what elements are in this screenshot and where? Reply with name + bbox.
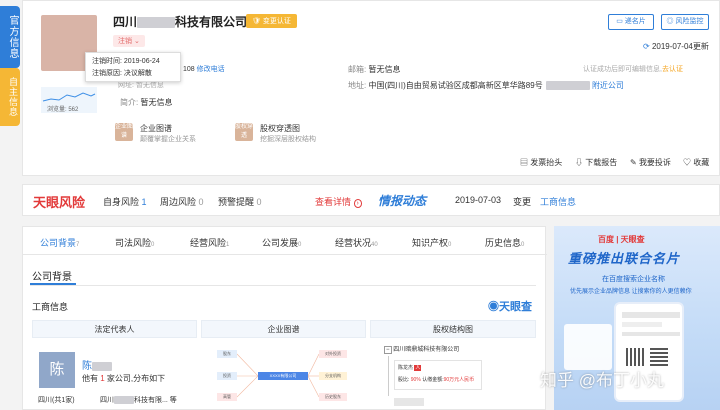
ad-line1: 在百度搜索企业名称 (602, 276, 665, 283)
company-card: 浏览量: 562 四川 科技有限公司 🛡 变更认证 注销 ⌄ 注销时间: 2019… (22, 0, 720, 176)
tab-history-info[interactable]: 历史信息0 (485, 236, 524, 249)
section-title: 公司背景 (32, 272, 72, 283)
views-sparkline (42, 92, 96, 102)
equity-holder-name: 陈龙杰 (398, 365, 414, 371)
feature-graph-title: 企业图谱 (140, 124, 172, 133)
action-invoice[interactable]: ▤ 发票抬头 (520, 157, 562, 168)
risk-monitor-button[interactable]: ◎ 风险监控 (661, 14, 709, 30)
risk-bar: 天眼风险 自身风险 1 周边风险 0 预警提醒 0 查看详情 › 情报动态 20… (22, 184, 720, 216)
views-chart: 浏览量: 562 (41, 87, 97, 113)
equity-diagram[interactable]: − 四川暗鼎城科技有限公司 陈龙杰 人 股比: 90% 认缴金额:90万元人民币 (380, 344, 530, 410)
update-date: ⟳ 2019-07-04更新 (643, 42, 709, 51)
equity-holder-2-blurred (394, 398, 424, 406)
legal-name[interactable]: 陈 (82, 357, 112, 372)
send-card-button[interactable]: ▭ 递名片 (608, 14, 654, 30)
ad-side-card (564, 324, 612, 370)
refresh-icon[interactable]: ⟳ (643, 42, 650, 51)
equity-company: 四川暗鼎城科技有限公司 (393, 347, 460, 353)
feature-equity-desc: 挖掘深层股权结构 (260, 136, 316, 143)
side-tab-official-info[interactable]: 官方信息 (0, 6, 20, 68)
verify-badge[interactable]: 🛡 变更认证 (246, 14, 297, 28)
qr-code-icon-2 (650, 348, 668, 366)
edit-phone-link[interactable]: 修改电话 (197, 66, 225, 73)
status-tag[interactable]: 注销 ⌄ (113, 35, 145, 47)
ad-headline: 重磅推出联合名片 (568, 251, 681, 266)
graph-node-invest: 投资 (217, 372, 237, 380)
complaint-icon: ✎ (630, 158, 637, 167)
graph-node-history-holder: 历史股东 (319, 393, 347, 401)
email-row: 邮箱: 暂无信息 (348, 65, 401, 74)
tianyancha-brand: ◉天眼查 (488, 301, 532, 313)
views-count: 562 (68, 107, 79, 113)
cancel-tooltip: 注销时间: 2019-06-24 注销原因: 决议解散 (85, 52, 181, 82)
legal-avatar[interactable]: 陈 (39, 352, 75, 388)
feature-graph-desc: 颠覆掌握企业关系 (140, 136, 196, 143)
equity-holder-card: 陈龙杰 人 股比: 90% 认缴金额:90万元人民币 (394, 360, 482, 390)
graph-node-shareholder: 股东 (217, 350, 237, 358)
chevron-down-icon: ⌄ (133, 38, 140, 45)
legal-company-link[interactable]: 四川 科技有限... 等 (100, 395, 177, 405)
view-detail-link[interactable]: 查看详情 › (315, 195, 362, 208)
enterprise-graph-header: 企业图谱 (201, 320, 366, 338)
company-name: 四川 科技有限公司 (113, 15, 248, 29)
legal-person-header: 法定代表人 (32, 320, 197, 338)
eye-logo-icon: ◉ (488, 301, 499, 313)
legal-desc: 他有 1 家公司,分布如下 (82, 374, 166, 383)
card-icon: ▭ (616, 18, 623, 25)
dynamic-date: 2019-07-03 (455, 195, 502, 205)
ad-line2: 优先展示企业品牌信息 让搜索你的人更信赖你 (570, 289, 692, 295)
chevron-right-icon: › (353, 199, 362, 208)
self-risk[interactable]: 自身风险 1 (103, 195, 147, 208)
address-row: 地址: 中国(四川)自由贸易试验区成都高新区草华路89号 附近公司 (348, 81, 624, 91)
equity-icon: 股权穿透 (235, 123, 254, 141)
graph-node-outbound: 对外投资 (319, 350, 347, 358)
warning[interactable]: 预警提醒 0 (218, 195, 262, 208)
action-favorite[interactable]: ♡ 收藏 (683, 157, 709, 168)
dynamic-change-link[interactable]: 工商信息 (540, 195, 576, 208)
enterprise-graph-diagram[interactable]: 股东 投资 高管 XXXX有限公司 对外投资 分支机构 历史股东 (201, 339, 366, 410)
graph-node-center: XXXX有限公司 (258, 372, 308, 380)
shield-icon: 🛡 (252, 18, 261, 25)
invoice-icon: ▤ (520, 158, 528, 167)
monitor-icon: ◎ (666, 18, 674, 25)
legal-region: 四川(共1家) (38, 397, 75, 404)
section-subtitle: 工商信息 (32, 302, 69, 312)
zhihu-watermark: 知乎 @布丁小丸 (540, 371, 664, 390)
around-risk[interactable]: 周边风险 0 (160, 195, 204, 208)
graph-icon: 企业图谱 (115, 123, 134, 141)
qr-code-icon (626, 348, 644, 366)
dynamic-change: 变更 (513, 197, 532, 207)
tab-operating-status[interactable]: 经营状况40 (335, 236, 378, 249)
graph-node-branch: 分支机构 (319, 372, 347, 380)
side-tab-self-info[interactable]: 自主信息 (0, 68, 20, 126)
phone-row: 108 修改电话 (183, 66, 225, 73)
equity-structure-header: 股权结构图 (370, 320, 536, 338)
tab-judicial-risk[interactable]: 司法风险0 (115, 236, 154, 249)
go-certify-link[interactable]: 去认证 (662, 66, 683, 73)
tab-company-development[interactable]: 公司发展0 (262, 236, 301, 249)
star-icon: ♡ (683, 158, 691, 167)
tianyan-risk-logo: 天眼风险 (33, 195, 86, 210)
action-download[interactable]: ⇩ 下载报告 (575, 157, 617, 168)
feature-graph[interactable]: 企业图谱 企业图谱 颠覆掌握企业关系 (115, 123, 215, 145)
tab-intellectual-property[interactable]: 知识产权0 (412, 236, 451, 249)
download-icon: ⇩ (575, 158, 583, 167)
tab-operating-risk[interactable]: 经营风险1 (190, 236, 229, 249)
collapse-icon: − (384, 346, 392, 354)
ad-logos: 百度 | 天眼查 (598, 235, 645, 244)
views-label: 浏览量: (47, 107, 67, 113)
intel-dynamic-logo: 情报动态 (378, 194, 427, 208)
feature-equity[interactable]: 股权穿透 股权穿透图 挖掘深层股权结构 (235, 123, 345, 145)
nearby-companies-link[interactable]: 附近公司 (592, 81, 624, 90)
intro-row: 简介: 暂无信息 (120, 98, 173, 107)
cert-notice: 认证成功后即可编辑信息,去认证 (583, 66, 683, 73)
graph-node-executive: 高管 (217, 393, 237, 401)
person-icon: 人 (414, 365, 422, 371)
tab-company-background[interactable]: 公司背景7 (40, 236, 79, 249)
feature-equity-title: 股权穿透图 (260, 124, 300, 133)
section-divider (30, 285, 536, 286)
action-complaint[interactable]: ✎ 我要投诉 (630, 157, 671, 168)
